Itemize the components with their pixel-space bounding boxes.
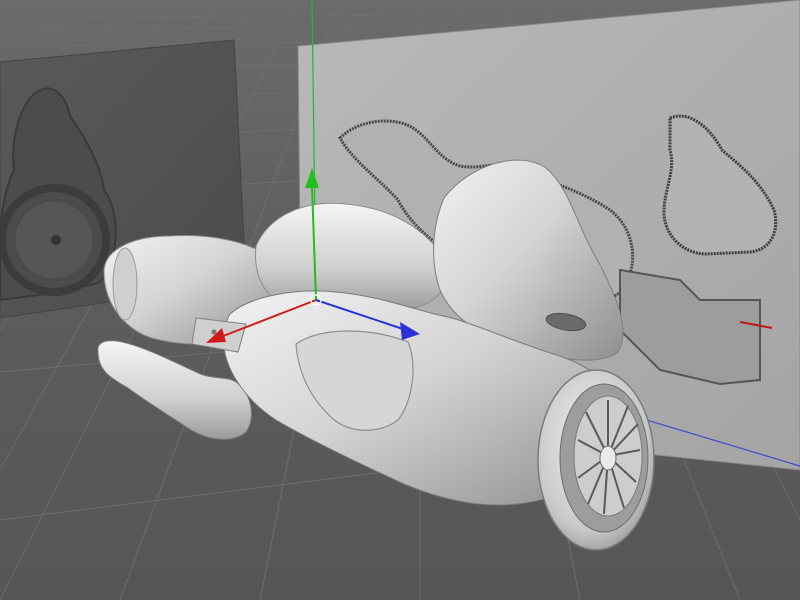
viewport-scene[interactable]	[0, 0, 800, 600]
3d-viewport[interactable]	[0, 0, 800, 600]
